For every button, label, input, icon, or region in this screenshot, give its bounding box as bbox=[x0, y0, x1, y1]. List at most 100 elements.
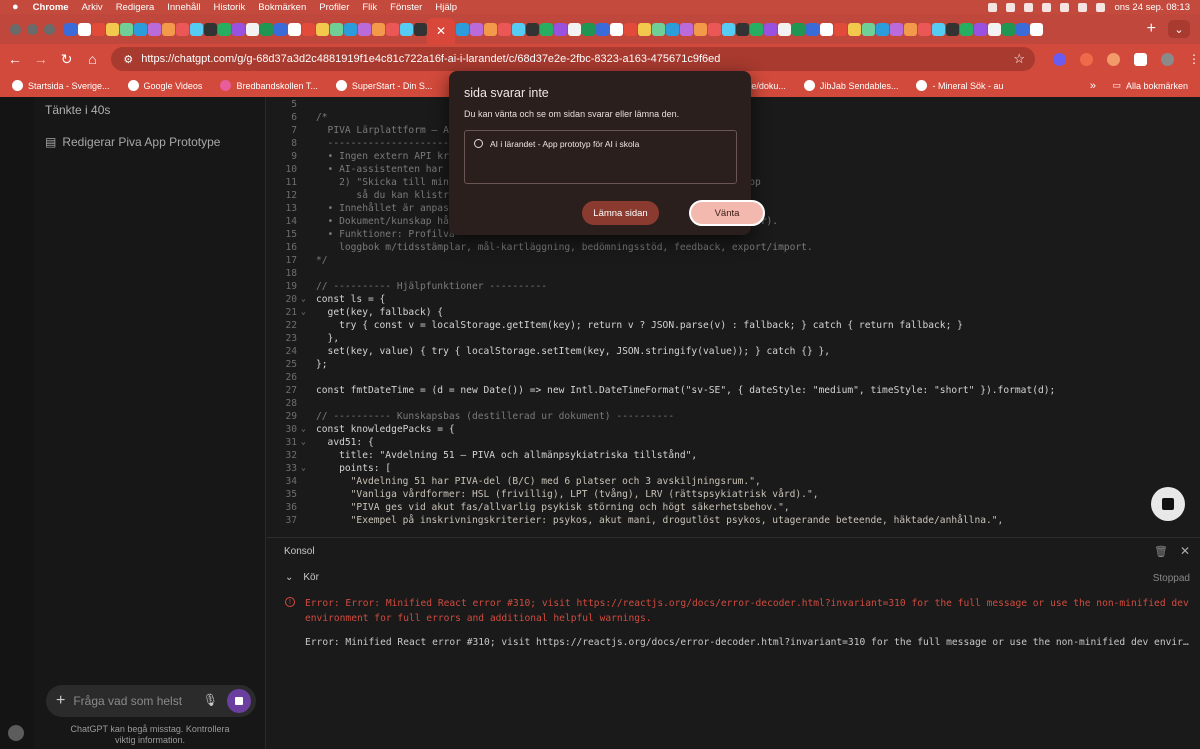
tab-favicon-icon[interactable] bbox=[623, 22, 637, 36]
fold-chevron-icon[interactable]: ⌄ bbox=[301, 307, 306, 316]
tab-favicon-icon[interactable] bbox=[1001, 22, 1015, 36]
profile-avatar[interactable] bbox=[1160, 52, 1174, 66]
chat-input-placeholder[interactable]: Fråga vad som helst bbox=[73, 694, 182, 708]
code-line[interactable]: 22 try { const v = localStorage.getItem(… bbox=[267, 320, 1200, 333]
forward-icon[interactable]: → bbox=[30, 51, 52, 67]
tab-search-icon[interactable]: ⌄ bbox=[1168, 20, 1190, 38]
menu-app-name[interactable]: Chrome bbox=[33, 2, 69, 13]
tab-favicon-icon[interactable] bbox=[189, 22, 203, 36]
tab-favicon-icon[interactable] bbox=[105, 22, 119, 36]
tab-favicon-icon[interactable] bbox=[497, 22, 511, 36]
tab-favicon-icon[interactable] bbox=[1029, 22, 1043, 36]
tab-favicon-icon[interactable] bbox=[77, 22, 91, 36]
bookmark-item[interactable]: Bredbandskollen T... bbox=[220, 80, 318, 91]
tab-favicon-icon[interactable] bbox=[567, 22, 581, 36]
tab-favicon-icon[interactable] bbox=[329, 22, 343, 36]
home-icon[interactable]: ⌂ bbox=[82, 51, 104, 67]
code-line[interactable]: 17 */ bbox=[267, 255, 1200, 268]
tab-favicon-icon[interactable] bbox=[469, 22, 483, 36]
status-icon[interactable] bbox=[1024, 2, 1034, 12]
back-icon[interactable]: ← bbox=[4, 51, 26, 67]
menu-bokmarken[interactable]: Bokmärken bbox=[258, 2, 306, 13]
extension-icon[interactable] bbox=[1079, 52, 1093, 66]
tab-favicon-icon[interactable] bbox=[973, 22, 987, 36]
tab-favicon-icon[interactable] bbox=[735, 22, 749, 36]
apple-icon[interactable]: ● bbox=[12, 1, 19, 13]
tab-favicon-icon[interactable] bbox=[861, 22, 875, 36]
code-line[interactable]: 37 "Exempel på inskrivningskriterier: ps… bbox=[267, 515, 1200, 528]
tab-favicon-icon[interactable] bbox=[119, 22, 133, 36]
tab-favicon-icon[interactable] bbox=[609, 22, 623, 36]
code-line[interactable]: 31 ⌄ avd51: { bbox=[267, 437, 1200, 450]
tab-favicon-icon[interactable] bbox=[455, 22, 469, 36]
tab-favicon-icon[interactable] bbox=[805, 22, 819, 36]
bookmark-star-icon[interactable]: ☆ bbox=[1013, 51, 1025, 67]
code-line[interactable]: 23 }, bbox=[267, 333, 1200, 346]
tab-favicon-icon[interactable] bbox=[917, 22, 931, 36]
trash-icon[interactable]: 🗑︎ bbox=[1154, 545, 1168, 558]
tab-favicon-icon[interactable] bbox=[959, 22, 973, 36]
tab-favicon-icon[interactable] bbox=[63, 22, 77, 36]
code-line[interactable]: 27 const fmtDateTime = (d = new Date()) =… bbox=[267, 385, 1200, 398]
code-line[interactable]: 30 ⌄ const knowledgePacks = { bbox=[267, 424, 1200, 437]
tab-favicon-icon[interactable] bbox=[875, 22, 889, 36]
tab-favicon-icon[interactable] bbox=[581, 22, 595, 36]
minimize-window-button[interactable] bbox=[27, 23, 38, 35]
code-line[interactable]: 24 set(key, value) { try { localStorage.… bbox=[267, 346, 1200, 359]
tab-favicon-icon[interactable] bbox=[931, 22, 945, 36]
tab-favicon-icon[interactable] bbox=[287, 22, 301, 36]
extensions-puzzle-icon[interactable] bbox=[1133, 52, 1147, 66]
wifi-icon[interactable] bbox=[1060, 2, 1070, 12]
menu-innehall[interactable]: Innehåll bbox=[167, 2, 200, 13]
tab-favicon-icon[interactable] bbox=[791, 22, 805, 36]
tab-favicon-icon[interactable] bbox=[889, 22, 903, 36]
tab-favicon-icon[interactable] bbox=[693, 22, 707, 36]
tab-favicon-icon[interactable] bbox=[273, 22, 287, 36]
stop-generating-button[interactable] bbox=[227, 689, 251, 713]
status-icon[interactable] bbox=[1042, 2, 1052, 12]
chat-input[interactable]: + Fråga vad som helst 🎙︎ bbox=[46, 685, 256, 717]
tab-favicon-icon[interactable] bbox=[343, 22, 357, 36]
tab-favicon-icon[interactable] bbox=[903, 22, 917, 36]
tab-favicon-icon[interactable] bbox=[707, 22, 721, 36]
add-attachment-icon[interactable]: + bbox=[56, 692, 65, 710]
user-avatar[interactable] bbox=[8, 725, 24, 741]
code-line[interactable]: 32 title: "Avdelning 51 – PIVA och allmä… bbox=[267, 450, 1200, 463]
extension-icon[interactable] bbox=[1052, 52, 1066, 66]
search-icon[interactable] bbox=[1078, 2, 1088, 12]
tab-favicon-icon[interactable] bbox=[987, 22, 1001, 36]
bookmark-item[interactable]: Startsida - Sverige... bbox=[12, 80, 110, 91]
tab-favicon-icon[interactable] bbox=[525, 22, 539, 36]
address-bar[interactable]: ⚙ https://chatgpt.com/g/g-68d37a3d2c4881… bbox=[111, 47, 1035, 71]
tab-favicon-icon[interactable] bbox=[147, 22, 161, 36]
code-line[interactable]: 16 loggbok m/tidsstämplar, mål-kartläggn… bbox=[267, 242, 1200, 255]
code-line[interactable]: 28 bbox=[267, 398, 1200, 411]
browser-menu-icon[interactable]: ⋮ bbox=[1188, 52, 1200, 66]
all-bookmarks-button[interactable]: ▭ Alla bokmärken bbox=[1112, 80, 1188, 91]
tab-favicon-icon[interactable] bbox=[679, 22, 693, 36]
tab-favicon-icon[interactable] bbox=[553, 22, 567, 36]
tab-favicon-icon[interactable] bbox=[161, 22, 175, 36]
menu-hjalp[interactable]: Hjälp bbox=[435, 2, 457, 13]
tab-favicon-icon[interactable] bbox=[651, 22, 665, 36]
tab-favicon-icon[interactable] bbox=[847, 22, 861, 36]
code-line[interactable]: 25}; bbox=[267, 359, 1200, 372]
menu-flik[interactable]: Flik bbox=[362, 2, 377, 13]
tab-favicon-icon[interactable] bbox=[1015, 22, 1029, 36]
tab-favicon-icon[interactable] bbox=[595, 22, 609, 36]
code-line[interactable]: 21 ⌄ get(key, fallback) { bbox=[267, 307, 1200, 320]
chevron-down-icon[interactable]: ⌄ bbox=[285, 572, 293, 583]
bookmark-item[interactable]: SuperStart - Din S... bbox=[335, 80, 432, 91]
tab-favicon-icon[interactable] bbox=[245, 22, 259, 36]
site-info-icon[interactable]: ⚙ bbox=[123, 53, 133, 66]
active-tab-close-icon[interactable]: ✕ bbox=[427, 18, 455, 44]
tab-favicon-icon[interactable] bbox=[399, 22, 413, 36]
tab-favicon-icon[interactable] bbox=[413, 22, 427, 36]
menu-profiler[interactable]: Profiler bbox=[319, 2, 349, 13]
tab-favicon-icon[interactable] bbox=[749, 22, 763, 36]
tab-favicon-icon[interactable] bbox=[133, 22, 147, 36]
tab-favicon-icon[interactable] bbox=[819, 22, 833, 36]
close-icon[interactable]: ✕ bbox=[1180, 544, 1190, 558]
stop-floating-button[interactable] bbox=[1151, 487, 1185, 521]
fold-chevron-icon[interactable]: ⌄ bbox=[301, 437, 306, 446]
